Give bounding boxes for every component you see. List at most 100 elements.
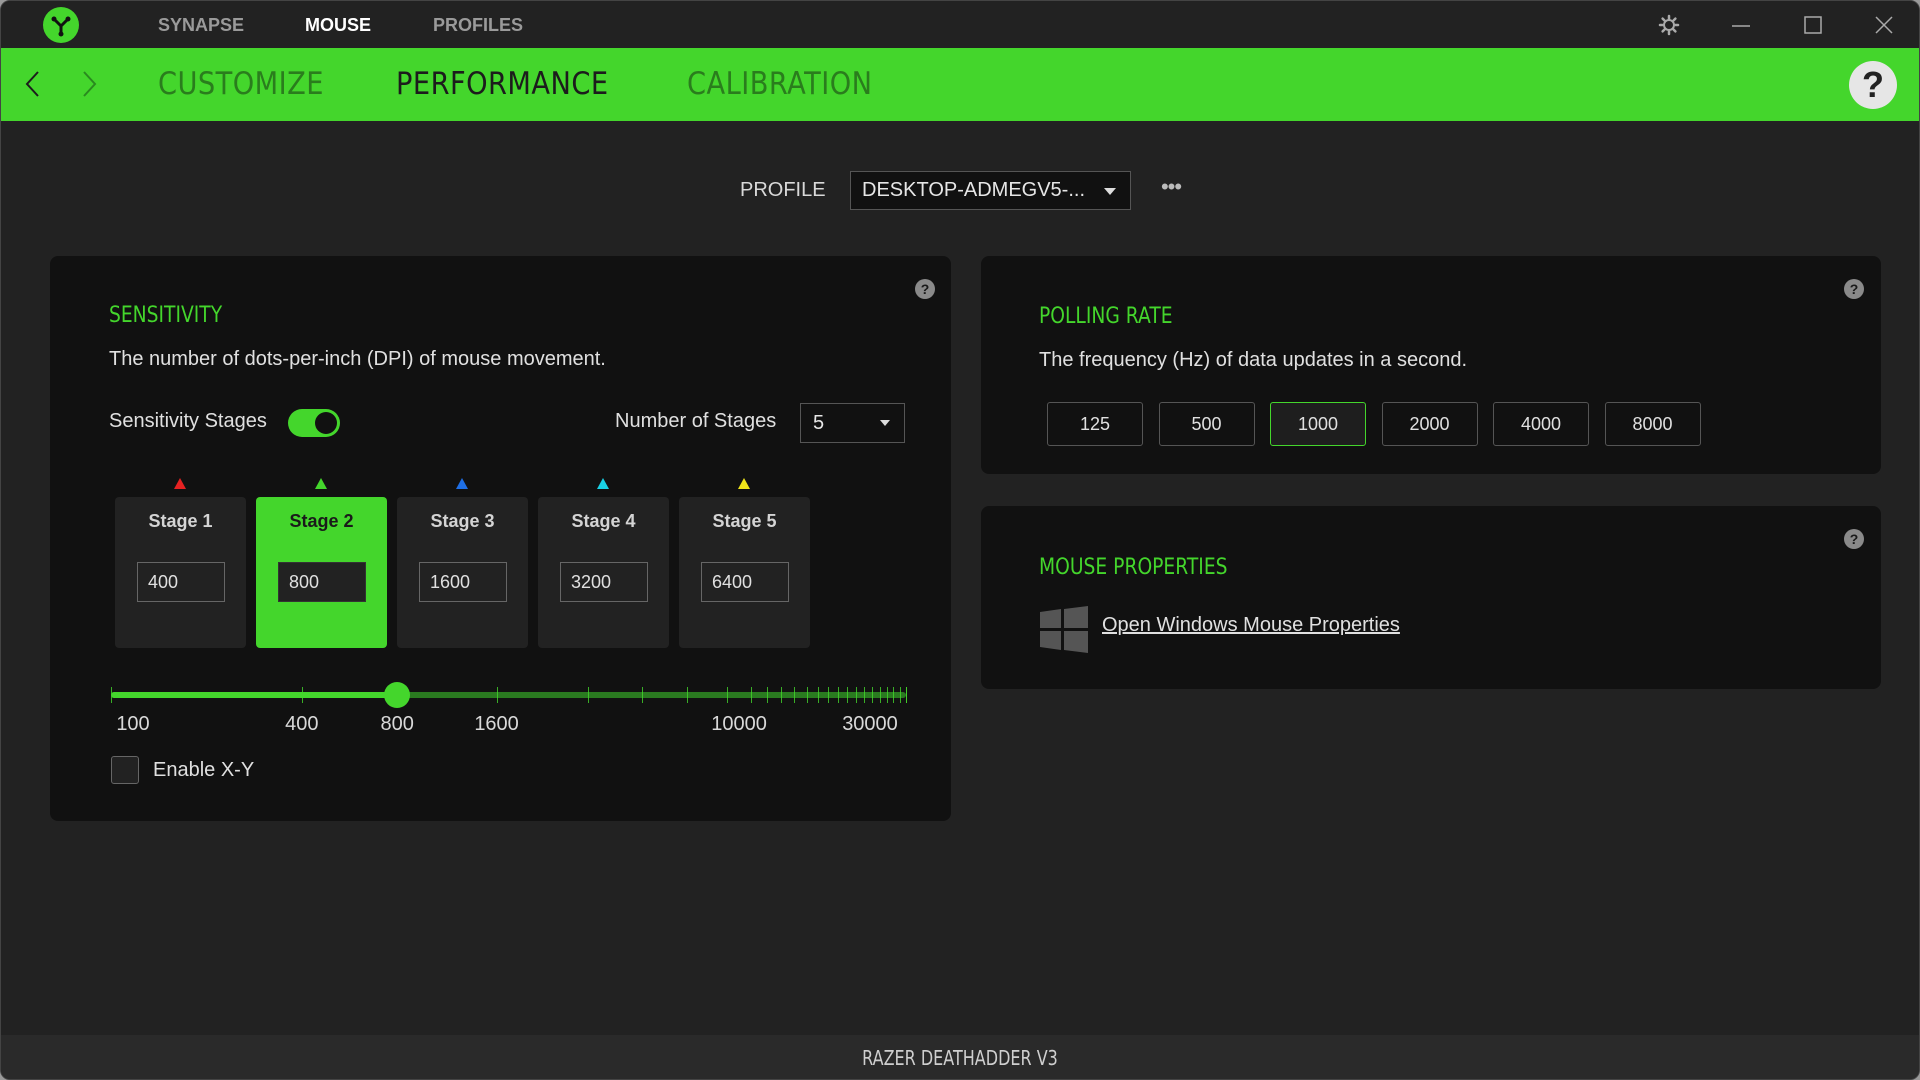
slider-label: 30000 bbox=[842, 713, 898, 735]
slider-label: 10000 bbox=[711, 713, 767, 735]
slider-tick bbox=[847, 687, 849, 703]
slider-tick bbox=[879, 687, 881, 703]
profile-dropdown[interactable]: DESKTOP-ADMEGV5-... bbox=[850, 171, 1131, 210]
chevron-left-icon bbox=[25, 71, 39, 97]
stage-2-color-indicator-icon bbox=[315, 478, 327, 489]
sub-navigation-bar: CUSTOMIZE PERFORMANCE CALIBRATION ? bbox=[1, 48, 1919, 121]
stage-3-color-indicator-icon bbox=[456, 478, 468, 489]
forward-button[interactable] bbox=[77, 66, 101, 102]
razer-logo-icon[interactable] bbox=[43, 7, 79, 43]
nav-mouse[interactable]: MOUSE bbox=[305, 1, 371, 49]
ellipsis-icon[interactable]: ••• bbox=[1157, 174, 1185, 206]
sensitivity-title: SENSITIVITY bbox=[109, 303, 223, 328]
slider-tick bbox=[496, 687, 498, 703]
slider-tick bbox=[806, 687, 808, 703]
close-icon bbox=[1875, 16, 1893, 34]
close-button[interactable] bbox=[1867, 9, 1901, 41]
slider-label: 800 bbox=[380, 713, 414, 735]
slider-tick bbox=[893, 687, 895, 703]
stage-5-color-indicator-icon bbox=[738, 478, 750, 489]
settings-button[interactable] bbox=[1652, 9, 1686, 41]
slider-tick bbox=[687, 687, 689, 703]
stage-card-2[interactable]: Stage 2 800 bbox=[256, 497, 387, 648]
tab-calibration[interactable]: CALIBRATION bbox=[687, 48, 873, 121]
slider-tick bbox=[111, 687, 112, 703]
gear-icon bbox=[1658, 14, 1680, 36]
slider-tick bbox=[588, 687, 589, 703]
stage-name: Stage 2 bbox=[289, 511, 354, 531]
windows-logo-icon bbox=[1040, 606, 1088, 653]
sensitivity-help-icon[interactable]: ? bbox=[915, 279, 935, 299]
open-windows-mouse-properties-link[interactable]: Open Windows Mouse Properties bbox=[1102, 614, 1400, 637]
slider-tick bbox=[899, 687, 901, 703]
dpi-slider[interactable] bbox=[111, 671, 907, 711]
help-button[interactable]: ? bbox=[1849, 61, 1897, 109]
stage-name: Stage 4 bbox=[571, 511, 636, 531]
polling-rate-option-8000[interactable]: 8000 bbox=[1604, 402, 1701, 446]
slider-tick bbox=[301, 687, 303, 703]
status-bar: RAZER DEATHADDER V3 bbox=[1, 1035, 1919, 1079]
slider-label: 100 bbox=[116, 713, 150, 735]
mouse-properties-title: MOUSE PROPERTIES bbox=[1039, 555, 1228, 580]
polling-rate-description: The frequency (Hz) of data updates in a … bbox=[1039, 349, 1468, 371]
enable-xy-checkbox[interactable] bbox=[111, 756, 139, 784]
slider-tick bbox=[766, 687, 768, 703]
nav-synapse[interactable]: SYNAPSE bbox=[158, 1, 244, 49]
stage-name: Stage 5 bbox=[712, 511, 777, 531]
nav-profiles[interactable]: PROFILES bbox=[433, 1, 523, 49]
polling-rate-option-4000[interactable]: 4000 bbox=[1493, 402, 1589, 446]
slider-tick bbox=[906, 687, 907, 703]
stage-card-1[interactable]: Stage 1 400 bbox=[115, 497, 246, 648]
stage-1-color-indicator-icon bbox=[174, 478, 186, 489]
slider-tick bbox=[856, 687, 858, 703]
title-bar: SYNAPSE MOUSE PROFILES bbox=[1, 1, 1919, 49]
slider-tick bbox=[750, 687, 752, 703]
stage-dpi-input[interactable]: 1600 bbox=[419, 562, 507, 602]
slider-tick bbox=[864, 687, 866, 703]
stage-name: Stage 1 bbox=[148, 511, 213, 531]
stage-dpi-input[interactable]: 400 bbox=[137, 562, 225, 602]
sensitivity-stages-toggle[interactable] bbox=[288, 409, 340, 437]
mouse-properties-help-icon[interactable]: ? bbox=[1844, 529, 1864, 549]
tab-customize[interactable]: CUSTOMIZE bbox=[158, 48, 324, 121]
caret-down-icon bbox=[1104, 188, 1116, 195]
profile-label: PROFILE bbox=[740, 179, 826, 201]
slider-tick bbox=[641, 687, 643, 703]
caret-down-icon bbox=[880, 420, 890, 426]
number-of-stages-label: Number of Stages bbox=[615, 410, 777, 432]
stage-card-3[interactable]: Stage 3 1600 bbox=[397, 497, 528, 648]
slider-thumb[interactable] bbox=[384, 682, 411, 708]
polling-rate-title: POLLING RATE bbox=[1039, 304, 1173, 329]
enable-xy-label: Enable X-Y bbox=[153, 759, 255, 781]
number-of-stages-value: 5 bbox=[813, 412, 825, 434]
stage-card-4[interactable]: Stage 4 3200 bbox=[538, 497, 669, 648]
slider-tick bbox=[872, 687, 874, 703]
stage-dpi-input[interactable]: 3200 bbox=[560, 562, 648, 602]
device-name: RAZER DEATHADDER V3 bbox=[862, 1046, 1058, 1070]
polling-rate-option-500[interactable]: 500 bbox=[1158, 402, 1255, 446]
stage-dpi-input[interactable]: 800 bbox=[278, 562, 366, 602]
stage-name: Stage 3 bbox=[430, 511, 495, 531]
chevron-right-icon bbox=[83, 71, 97, 97]
polling-rate-option-125[interactable]: 125 bbox=[1047, 402, 1143, 446]
stage-dpi-input[interactable]: 6400 bbox=[701, 562, 789, 602]
number-of-stages-dropdown[interactable]: 5 bbox=[800, 403, 905, 443]
slider-tick bbox=[817, 687, 819, 703]
sensitivity-description: The number of dots-per-inch (DPI) of mou… bbox=[109, 348, 606, 370]
stage-card-5[interactable]: Stage 5 6400 bbox=[679, 497, 810, 648]
stage-4-color-indicator-icon bbox=[597, 478, 609, 489]
tab-performance[interactable]: PERFORMANCE bbox=[396, 48, 608, 121]
minimize-button[interactable] bbox=[1724, 9, 1758, 41]
slider-tick bbox=[886, 687, 888, 703]
polling-rate-help-icon[interactable]: ? bbox=[1844, 279, 1864, 299]
back-button[interactable] bbox=[21, 66, 45, 102]
polling-rate-option-2000[interactable]: 2000 bbox=[1381, 402, 1478, 446]
maximize-button[interactable] bbox=[1796, 9, 1830, 41]
slider-tick bbox=[726, 687, 728, 703]
toggle-knob bbox=[315, 412, 337, 434]
slider-fill bbox=[111, 692, 398, 698]
razer-synapse-window: SYNAPSE MOUSE PROFILES CUSTOMIZE PERFORM… bbox=[0, 0, 1920, 1080]
slider-tick bbox=[828, 687, 830, 703]
mouse-properties-card bbox=[981, 506, 1881, 689]
polling-rate-option-1000[interactable]: 1000 bbox=[1270, 402, 1366, 446]
